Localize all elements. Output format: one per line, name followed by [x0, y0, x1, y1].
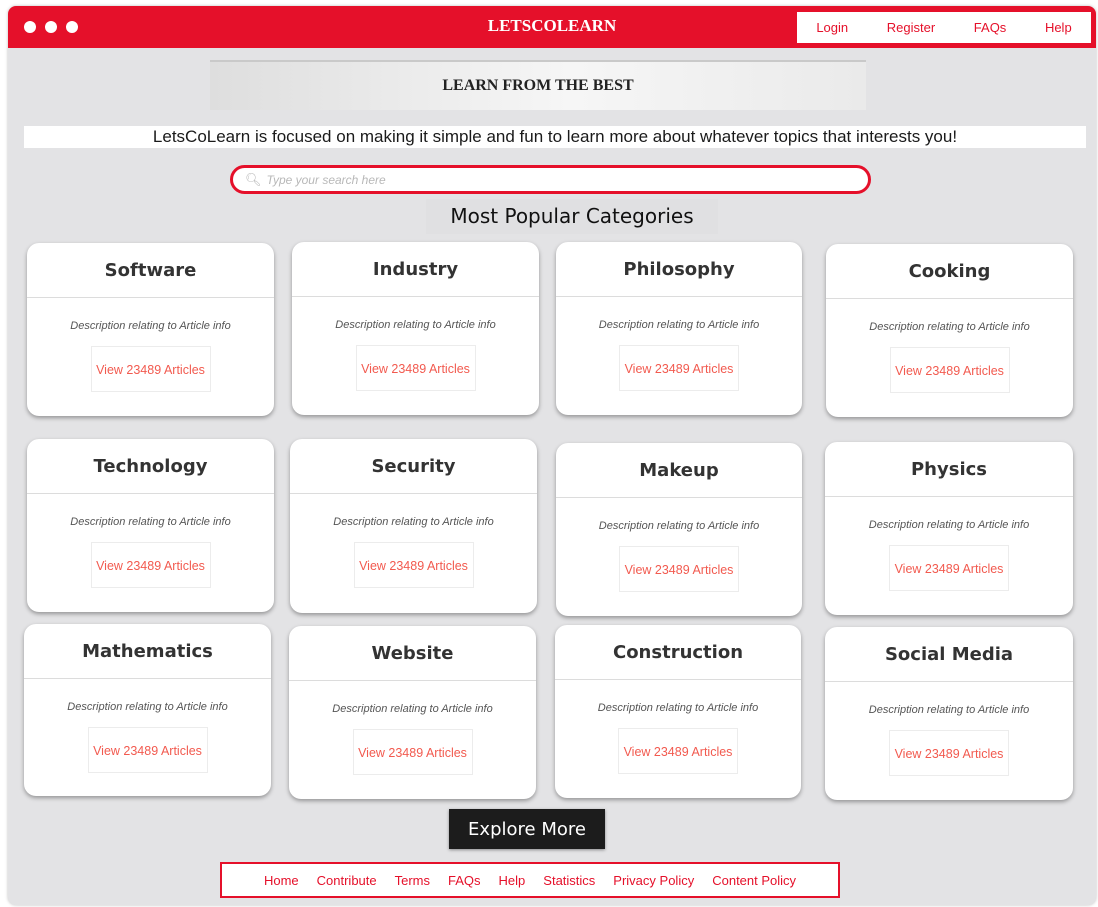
category-card-industry: Industry Description relating to Article… — [292, 242, 539, 415]
nav-login-link[interactable]: Login — [816, 20, 848, 35]
card-title: Industry — [292, 242, 539, 297]
card-description: Description relating to Article info — [597, 702, 759, 714]
footer-contribute-link[interactable]: Contribute — [317, 873, 377, 888]
card-title: Cooking — [826, 244, 1073, 299]
nav-register-link[interactable]: Register — [887, 20, 935, 35]
card-title: Physics — [825, 442, 1073, 497]
top-nav: Login Register FAQs Help — [795, 10, 1093, 45]
window-dot-icon[interactable] — [45, 21, 57, 33]
explore-more-button[interactable]: Explore More — [449, 809, 605, 849]
view-articles-link[interactable]: View 23489 Articles — [618, 728, 738, 774]
card-description: Description relating to Article info — [335, 319, 496, 331]
card-title: Security — [290, 439, 537, 494]
category-card-social-media: Social Media Description relating to Art… — [825, 627, 1073, 800]
card-title: Social Media — [825, 627, 1073, 682]
category-card-makeup: Makeup Description relating to Article i… — [556, 443, 802, 616]
search-input[interactable] — [266, 172, 847, 187]
category-card-technology: Technology Description relating to Artic… — [27, 439, 274, 612]
nav-faqs-link[interactable]: FAQs — [974, 20, 1007, 35]
card-description: Description relating to Article info — [598, 520, 760, 532]
view-articles-link[interactable]: View 23489 Articles — [353, 542, 474, 588]
category-card-software: Software Description relating to Article… — [27, 243, 274, 416]
view-articles-link[interactable]: View 23489 Articles — [352, 729, 473, 775]
category-card-physics: Physics Description relating to Article … — [825, 442, 1073, 615]
category-card-security: Security Description relating to Article… — [290, 439, 537, 613]
card-description: Description relating to Article info — [67, 701, 228, 713]
footer-privacy-policy-link[interactable]: Privacy Policy — [613, 873, 694, 888]
card-title: Mathematics — [24, 624, 271, 679]
window-dot-icon[interactable] — [24, 21, 36, 33]
browser-window: LETSCOLEARN Login Register FAQs Help LEA… — [8, 6, 1096, 905]
card-description: Description relating to Article info — [868, 519, 1030, 531]
category-card-mathematics: Mathematics Description relating to Arti… — [24, 624, 271, 796]
nav-help-link[interactable]: Help — [1045, 20, 1072, 35]
tagline: LetsCoLearn is focused on making it simp… — [24, 126, 1086, 148]
view-articles-link[interactable]: View 23489 Articles — [90, 346, 211, 392]
view-articles-link[interactable]: View 23489 Articles — [87, 727, 208, 773]
card-description: Description relating to Article info — [598, 319, 760, 331]
footer-help-link[interactable]: Help — [499, 873, 526, 888]
card-description: Description relating to Article info — [333, 516, 494, 528]
view-articles-link[interactable]: View 23489 Articles — [619, 345, 739, 391]
window-controls — [24, 21, 78, 33]
card-description: Description relating to Article info — [869, 321, 1030, 333]
view-articles-link[interactable]: View 23489 Articles — [90, 542, 211, 588]
window-dot-icon[interactable] — [66, 21, 78, 33]
search-icon: 🔍︎ — [245, 171, 262, 187]
card-title: Software — [27, 243, 274, 298]
card-title: Construction — [555, 625, 801, 680]
card-description: Description relating to Article info — [868, 704, 1030, 716]
title-bar: LETSCOLEARN Login Register FAQs Help — [8, 6, 1096, 48]
category-card-website: Website Description relating to Article … — [289, 626, 536, 799]
footer-home-link[interactable]: Home — [264, 873, 299, 888]
footer-nav: Home Contribute Terms FAQs Help Statisti… — [220, 862, 840, 898]
footer-content-policy-link[interactable]: Content Policy — [712, 873, 796, 888]
card-description: Description relating to Article info — [70, 516, 231, 528]
card-title: Website — [289, 626, 536, 681]
view-articles-link[interactable]: View 23489 Articles — [889, 545, 1009, 591]
view-articles-link[interactable]: View 23489 Articles — [889, 730, 1009, 776]
category-card-philosophy: Philosophy Description relating to Artic… — [556, 242, 802, 415]
footer-faqs-link[interactable]: FAQs — [448, 873, 481, 888]
card-title: Philosophy — [556, 242, 802, 297]
card-description: Description relating to Article info — [70, 320, 231, 332]
card-description: Description relating to Article info — [332, 703, 493, 715]
section-title: Most Popular Categories — [426, 199, 718, 234]
card-title: Makeup — [556, 443, 802, 498]
card-title: Technology — [27, 439, 274, 494]
footer-statistics-link[interactable]: Statistics — [543, 873, 595, 888]
view-articles-link[interactable]: View 23489 Articles — [889, 347, 1010, 393]
footer-terms-link[interactable]: Terms — [395, 873, 430, 888]
category-card-cooking: Cooking Description relating to Article … — [826, 244, 1073, 417]
view-articles-link[interactable]: View 23489 Articles — [619, 546, 739, 592]
hero-banner: LEARN FROM THE BEST — [210, 60, 866, 110]
category-card-construction: Construction Description relating to Art… — [555, 625, 801, 798]
view-articles-link[interactable]: View 23489 Articles — [355, 345, 476, 391]
search-bar: 🔍︎ — [230, 165, 871, 194]
